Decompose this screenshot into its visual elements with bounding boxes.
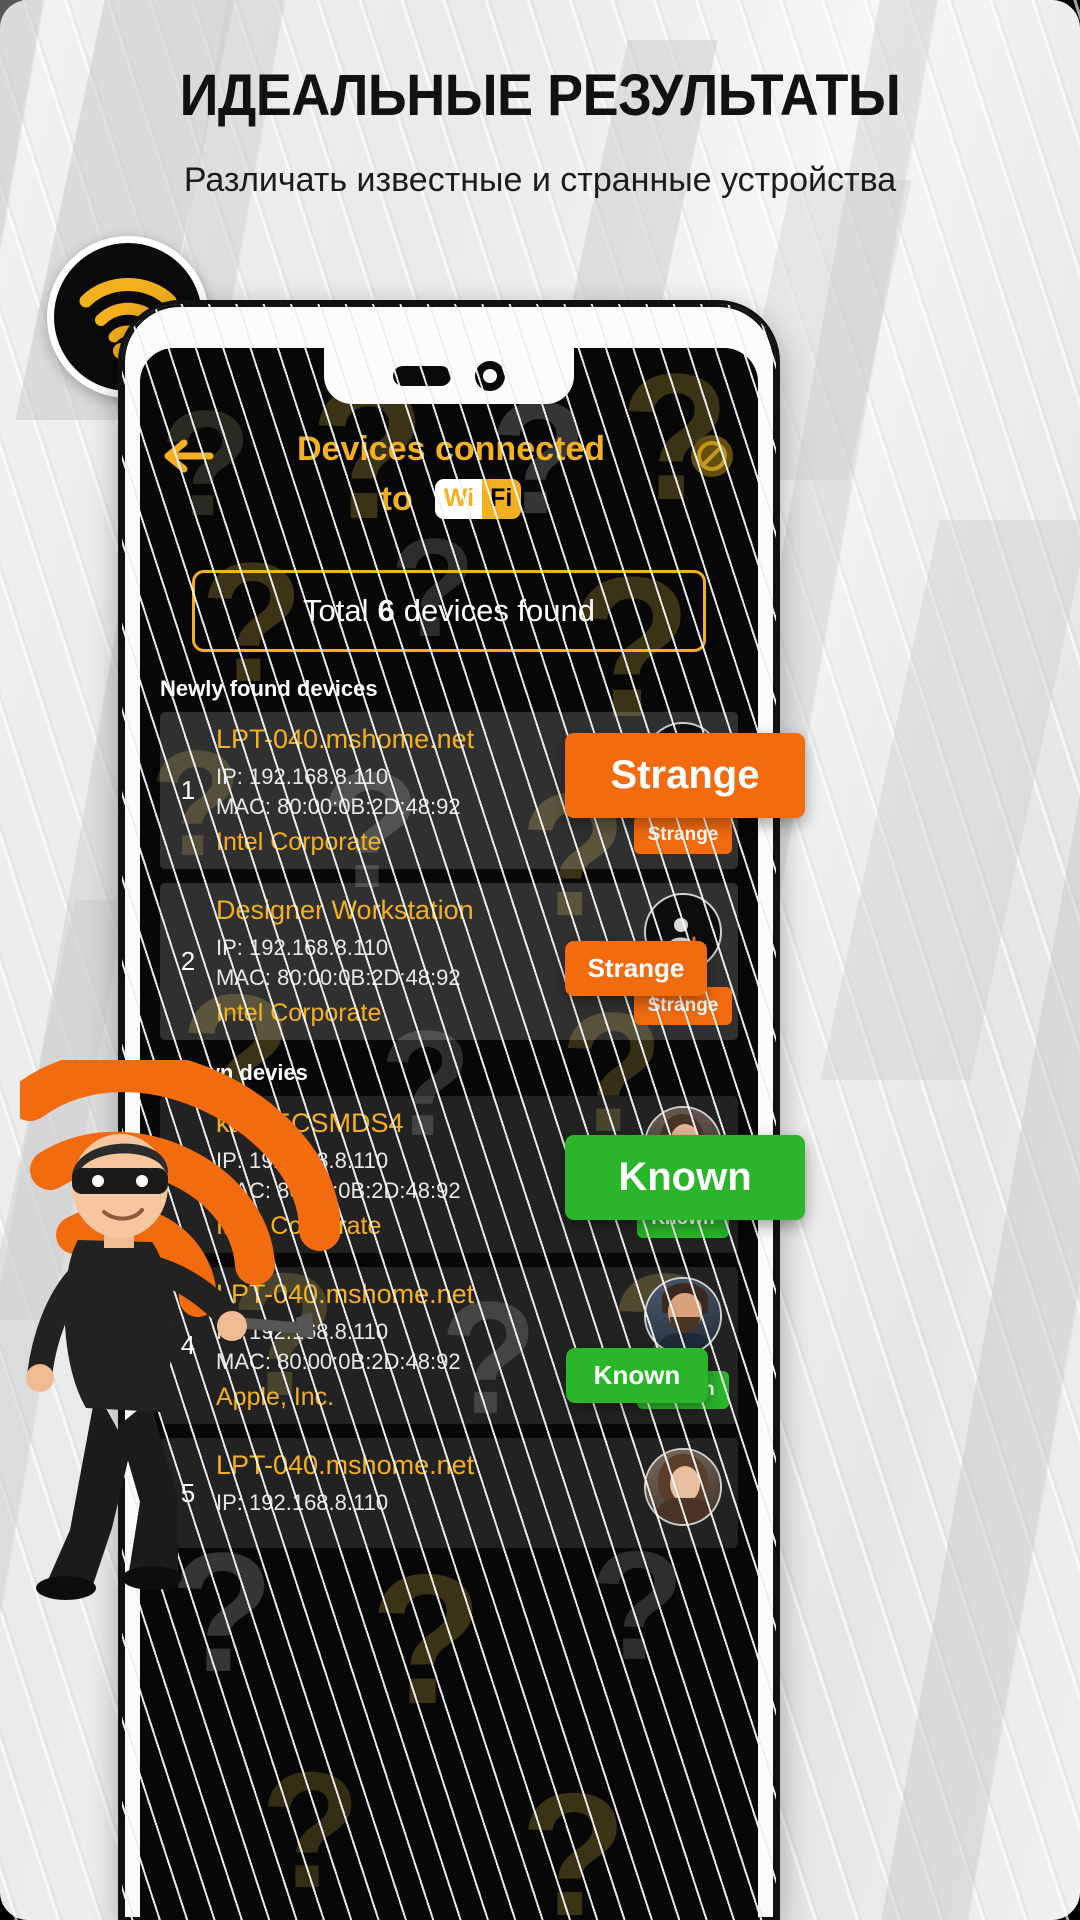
promo-headline: ИДЕАЛЬНЫЕ РЕЗУЛЬТАТЫ [179, 63, 901, 128]
front-camera [475, 361, 505, 391]
wifi-badge: Wi Fi [434, 479, 522, 519]
app-header: Devices connected to Wi Fi [140, 426, 758, 522]
device-index: 2 [180, 946, 196, 976]
total-count: 6 [377, 593, 395, 628]
device-name: LPT-040.mshome.net [216, 724, 475, 754]
woman2-photo-avatar[interactable] [644, 1448, 722, 1526]
earpiece-speaker [393, 366, 451, 386]
device-ip: IP: 192.168.8.110 [216, 935, 389, 960]
thief-illustration [26, 1134, 314, 1600]
page-title: Devices connected [296, 430, 606, 468]
device-vendor: Intel Corporate [216, 828, 382, 856]
total-prefix: Total [302, 593, 369, 628]
device-name: Designer Workstation [216, 895, 474, 925]
device-vendor: Intel Corporate [216, 999, 382, 1027]
callout-strange-large: Strange [565, 733, 805, 818]
phone-notch [324, 348, 574, 404]
no-ads-icon[interactable] [688, 432, 736, 480]
callout-known-large: Known [565, 1135, 805, 1220]
device-mac: MAC: 80:00:0B:2D:48:92 [216, 965, 461, 990]
callout-known-small: Known [566, 1348, 708, 1403]
total-suffix: devices found [403, 593, 596, 628]
man-photo-avatar[interactable] [644, 1277, 722, 1355]
callout-strange-small: Strange [565, 941, 707, 996]
status-badge: Strange [633, 816, 733, 854]
device-ip: IP: 192.168.8.110 [216, 764, 389, 789]
page-title-line2: to [380, 480, 413, 518]
section-label-new: Newly found devices [160, 676, 378, 701]
promo-subtitle: Различать известные и странные устройств… [183, 161, 897, 199]
total-devices-banner: Total 6 devices found [192, 570, 706, 652]
wifi-badge-wi: Wi [434, 479, 483, 519]
wifi-badge-fi: Fi [482, 479, 522, 519]
bg-stripe-4 [820, 520, 1080, 1080]
back-arrow-icon[interactable] [162, 436, 214, 476]
device-index: 1 [180, 775, 196, 805]
device-mac: MAC: 80:00:0B:2D:48:92 [216, 794, 461, 819]
